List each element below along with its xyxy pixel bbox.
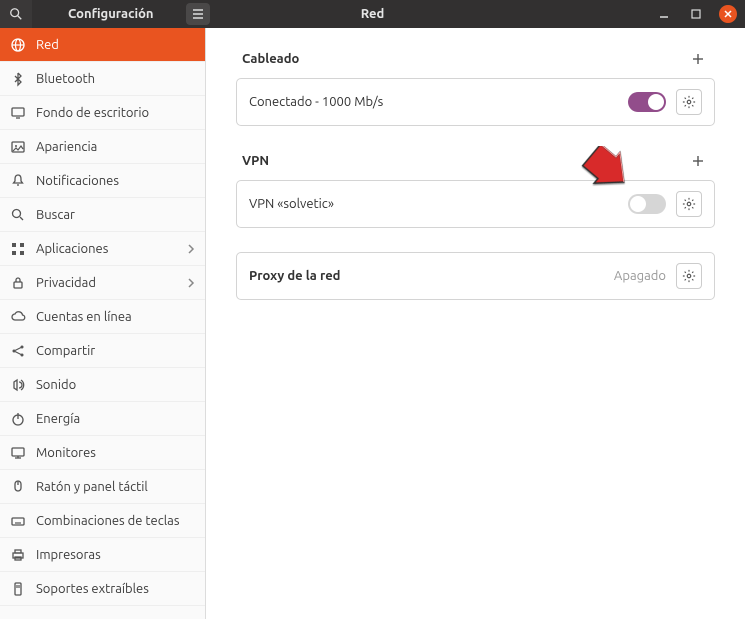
sidebar-item-printer[interactable]: Impresoras [0,538,205,572]
close-button[interactable] [719,5,737,23]
wired-settings-button[interactable] [676,89,702,115]
vpn-toggle[interactable] [628,194,666,214]
search-icon [10,207,26,223]
sidebar-item-search[interactable]: Buscar [0,198,205,232]
sidebar-item-appearance[interactable]: Apariencia [0,130,205,164]
sidebar-item-label: Cuentas en línea [36,310,132,324]
desktop-icon [10,105,26,121]
proxy-title: Proxy de la red [249,269,604,283]
sidebar: Red Bluetooth Fondo de escritorio Aparienci… [0,28,206,619]
sidebar-item-cloud[interactable]: Cuentas en línea [0,300,205,334]
vpn-section: VPN VPN «solvetic» [236,150,715,228]
keyboard-icon [10,513,26,529]
gear-icon [682,269,696,283]
minimize-icon [659,9,669,19]
proxy-status: Apagado [614,269,666,283]
cloud-icon [10,309,26,325]
printer-icon [10,547,26,563]
vpn-row: VPN «solvetic» [237,181,714,227]
page-title: Red [361,7,385,21]
sidebar-item-label: Buscar [36,208,75,222]
mouse-icon [10,479,26,495]
vpn-name: VPN «solvetic» [249,197,618,211]
chevron-right-icon [187,244,195,254]
sidebar-item-desktop[interactable]: Fondo de escritorio [0,96,205,130]
app-title: Configuración [68,7,154,21]
chevron-right-icon [187,278,195,288]
sidebar-item-label: Notificaciones [36,174,119,188]
maximize-button[interactable] [687,5,705,23]
share-icon [10,343,26,359]
vpn-settings-button[interactable] [676,191,702,217]
add-vpn-button[interactable] [687,150,709,172]
sidebar-item-label: Ratón y panel táctil [36,480,148,494]
search-icon [9,7,23,21]
sidebar-item-label: Combinaciones de teclas [36,514,180,528]
minimize-button[interactable] [655,5,673,23]
proxy-section: Proxy de la red Apagado [236,252,715,300]
sidebar-item-label: Soportes extraíbles [36,582,149,596]
sidebar-item-label: Red [36,38,59,52]
apps-icon [10,241,26,257]
plus-icon [691,52,705,66]
sidebar-item-monitor[interactable]: Monitores [0,436,205,470]
lock-icon [10,275,26,291]
power-icon [10,411,26,427]
bell-icon [10,173,26,189]
sidebar-item-label: Bluetooth [36,72,95,86]
gear-icon [682,95,696,109]
appearance-icon [10,139,26,155]
hamburger-icon [192,9,204,19]
sidebar-item-globe[interactable]: Red [0,28,205,62]
sidebar-item-power[interactable]: Energía [0,402,205,436]
search-button[interactable] [0,0,32,28]
proxy-settings-button[interactable] [676,263,702,289]
sidebar-item-label: Fondo de escritorio [36,106,149,120]
wired-toggle[interactable] [628,92,666,112]
wired-status: Conectado - 1000 Mb/s [249,95,618,109]
sidebar-item-keyboard[interactable]: Combinaciones de teclas [0,504,205,538]
sidebar-item-sound[interactable]: Sonido [0,368,205,402]
sidebar-item-label: Apariencia [36,140,97,154]
wired-title: Cableado [242,52,299,66]
sidebar-item-lock[interactable]: Privacidad [0,266,205,300]
sidebar-item-share[interactable]: Compartir [0,334,205,368]
menu-button[interactable] [186,3,210,25]
content-area: Cableado Conectado - 1000 Mb/s VPN [206,28,745,619]
removable-icon [10,581,26,597]
close-icon [723,9,733,19]
globe-icon [10,37,26,53]
sidebar-item-bell[interactable]: Notificaciones [0,164,205,198]
sidebar-item-label: Impresoras [36,548,101,562]
sidebar-item-label: Aplicaciones [36,242,108,256]
bluetooth-icon [10,71,26,87]
maximize-icon [691,9,701,19]
plus-icon [691,154,705,168]
sidebar-item-label: Monitores [36,446,96,460]
wired-row: Conectado - 1000 Mb/s [237,79,714,125]
sidebar-item-label: Privacidad [36,276,96,290]
proxy-row[interactable]: Proxy de la red Apagado [237,253,714,299]
wired-section: Cableado Conectado - 1000 Mb/s [236,48,715,126]
sidebar-item-bluetooth[interactable]: Bluetooth [0,62,205,96]
sound-icon [10,377,26,393]
sidebar-item-mouse[interactable]: Ratón y panel táctil [0,470,205,504]
monitor-icon [10,445,26,461]
sidebar-item-label: Sonido [36,378,76,392]
vpn-title: VPN [242,154,269,168]
sidebar-item-removable[interactable]: Soportes extraíbles [0,572,205,606]
sidebar-item-apps[interactable]: Aplicaciones [0,232,205,266]
gear-icon [682,197,696,211]
sidebar-item-label: Energía [36,412,80,426]
titlebar: Configuración Red [0,0,745,28]
sidebar-item-label: Compartir [36,344,95,358]
add-wired-button[interactable] [687,48,709,70]
